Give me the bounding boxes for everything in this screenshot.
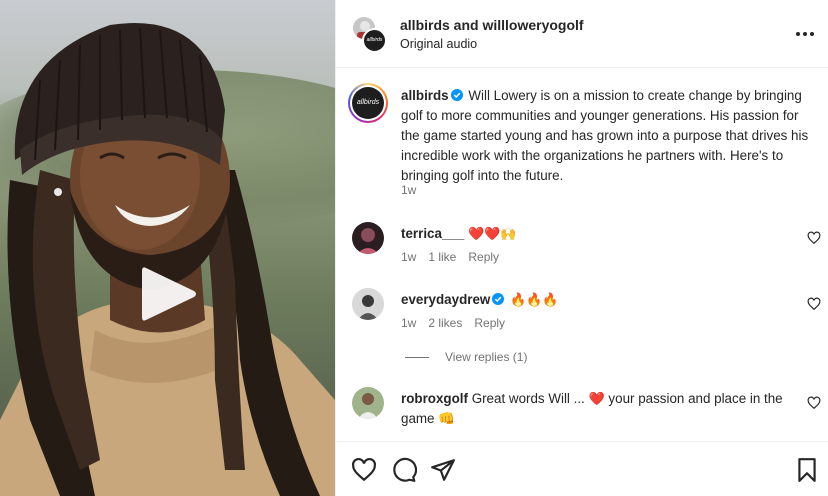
instagram-post-view: allbirds allbirds and willloweryogolf Or… (0, 0, 828, 496)
comment-icon[interactable] (391, 457, 417, 483)
verified-icon (450, 89, 463, 101)
comment-text: robroxgolf Great words Will ... ❤️ your … (401, 389, 791, 428)
heart-icon[interactable] (351, 457, 377, 483)
comment-username[interactable]: robroxgolf (401, 391, 468, 406)
comment-text: terrica___ ❤️❤️🙌 (401, 224, 791, 244)
comment-avatar[interactable] (352, 288, 384, 320)
comment-username[interactable]: terrica___ (401, 226, 464, 241)
action-bar (336, 441, 828, 496)
comment-time: 1w (401, 316, 417, 330)
heart-emoji: ❤️ (588, 392, 605, 407)
play-icon[interactable] (138, 262, 200, 326)
post-header: allbirds allbirds and willloweryogolf Or… (336, 0, 828, 68)
comment-likes[interactable]: 2 likes (428, 316, 462, 330)
share-icon[interactable] (430, 457, 456, 483)
comment-time: 1w (401, 250, 417, 264)
reply-button[interactable]: Reply (468, 250, 499, 264)
comment-text: everydaydrew 🔥🔥🔥 (401, 290, 791, 310)
comment-likes[interactable]: 1 like (428, 250, 456, 264)
caption-time: 1w (401, 183, 417, 197)
comment-meta: 1w 1 like Reply (401, 250, 511, 264)
comment-username[interactable]: everydaydrew (401, 292, 490, 307)
replies-divider (405, 356, 429, 358)
caption-avatar[interactable]: allbirds (348, 83, 388, 123)
video-frame (0, 23, 335, 496)
comments-feed[interactable]: allbirds allbirds Will Lowery is on a mi… (336, 69, 828, 441)
audio-label[interactable]: Original audio (400, 37, 477, 51)
comment-body: ❤️❤️🙌 (468, 227, 517, 242)
allbirds-logo: allbirds (352, 87, 384, 119)
verified-icon (492, 293, 505, 305)
view-replies-button[interactable]: View replies (1) (405, 350, 527, 364)
caption-text: Will Lowery is on a mission to create ch… (401, 88, 809, 183)
bookmark-icon[interactable] (794, 457, 820, 483)
comment-avatar[interactable] (352, 387, 384, 419)
caption-username[interactable]: allbirds (401, 88, 449, 103)
comment-meta: 1w 2 likes Reply (401, 316, 517, 330)
more-icon[interactable] (795, 25, 815, 43)
view-replies-label: View replies (1) (445, 350, 528, 364)
collab-avatars[interactable]: allbirds (352, 16, 388, 53)
post-caption: allbirds Will Lowery is on a mission to … (401, 86, 811, 186)
comment-body: Great words Will ... (471, 391, 589, 406)
heart-icon[interactable] (807, 231, 821, 245)
allbirds-avatar: allbirds (362, 28, 387, 53)
reply-button[interactable]: Reply (474, 316, 505, 330)
video-player[interactable] (0, 0, 335, 496)
heart-icon[interactable] (807, 396, 821, 410)
post-authors[interactable]: allbirds and willloweryogolf (400, 17, 584, 33)
comment-avatar[interactable] (352, 222, 384, 254)
heart-icon[interactable] (807, 297, 821, 311)
post-side-panel: allbirds allbirds and willloweryogolf Or… (335, 0, 828, 496)
comment-body: 🔥🔥🔥 (510, 293, 559, 308)
